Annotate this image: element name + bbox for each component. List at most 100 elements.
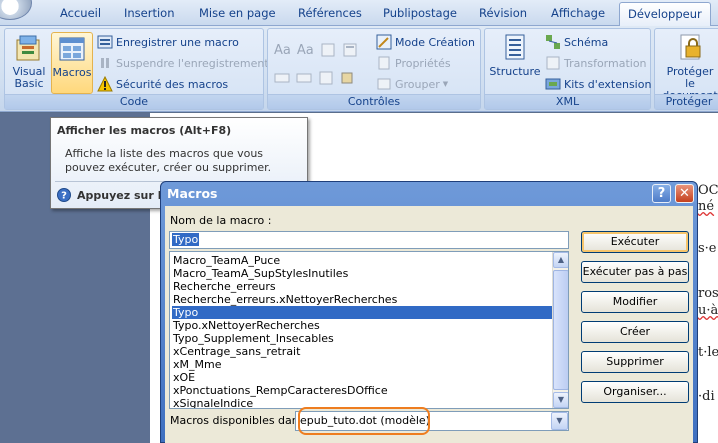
help-button[interactable]: ? — [652, 184, 671, 203]
list-item[interactable]: Macro_TeamA_Puce — [172, 254, 552, 267]
office-button[interactable] — [0, 0, 32, 20]
chevron-down-icon: ▼ — [442, 80, 449, 88]
date-control-icon[interactable] — [318, 70, 334, 86]
group-code: Visual Basic Macros Enregistrer une macr… — [4, 28, 269, 110]
macro-list[interactable]: Macro_TeamA_Puce Macro_TeamA_SupStylesIn… — [169, 251, 569, 409]
expansion-kits-button[interactable]: Kits d'extension — [545, 75, 651, 93]
doc-fragment: ·di — [698, 389, 715, 404]
expansion-kits-label: Kits d'extension — [564, 77, 652, 91]
edit-button[interactable]: Modifier — [581, 291, 689, 313]
create-button[interactable]: Créer — [581, 321, 689, 343]
visual-basic-label: Visual Basic — [12, 65, 46, 90]
visual-basic-button[interactable]: Visual Basic — [9, 32, 49, 90]
design-mode-icon — [376, 34, 392, 50]
transformation-button[interactable]: Transformation — [545, 54, 647, 72]
building-block-icon[interactable] — [342, 42, 358, 58]
schema-icon — [546, 35, 560, 49]
list-item[interactable]: xOE — [172, 371, 552, 384]
close-button[interactable]: ✕ — [675, 184, 694, 203]
dropdown-control-icon[interactable] — [296, 70, 312, 86]
group-controls-label: Contrôles — [268, 94, 480, 109]
group-icon — [377, 78, 391, 90]
tab-mise-en-page[interactable]: Mise en page — [199, 6, 276, 24]
record-macro-label: Enregistrer une macro — [116, 35, 239, 49]
macros-label: Macros — [52, 66, 92, 79]
transformation-icon — [546, 56, 560, 70]
transformation-label: Transformation — [564, 56, 647, 70]
group-protect-label: Protéger — [655, 94, 718, 109]
list-item-selected[interactable]: Typo — [172, 306, 552, 319]
macro-name-value: Typo — [172, 233, 200, 246]
list-item[interactable]: Recherche_erreurs.xNettoyerRecherches — [172, 293, 552, 306]
scroll-up-icon[interactable]: ▲ — [553, 252, 568, 268]
group-button[interactable]: Grouper ▼ — [376, 75, 448, 93]
record-macro-button[interactable]: Enregistrer une macro — [97, 33, 239, 51]
group-label: Grouper — [395, 77, 440, 91]
step-into-button[interactable]: Exécuter pas à pas — [581, 261, 689, 283]
macro-name-input[interactable]: Typo — [169, 231, 569, 249]
scroll-thumb[interactable] — [553, 270, 568, 390]
macros-icon — [59, 37, 85, 61]
tab-publipostage[interactable]: Publipostage — [383, 6, 457, 24]
help-icon: ? — [57, 188, 71, 202]
group-xml: Structure Schéma Transformation Kits d'e… — [484, 28, 651, 110]
pause-icon — [101, 58, 109, 68]
dialog-title: Macros — [167, 186, 218, 201]
tab-references[interactable]: Références — [298, 6, 362, 24]
macro-security-label: Sécurité des macros — [116, 77, 229, 91]
organizer-button[interactable]: Organiser... — [581, 381, 689, 403]
scroll-down-icon[interactable]: ▼ — [553, 392, 568, 408]
list-item[interactable]: Typo.xNettoyerRecherches — [172, 319, 552, 332]
tab-developpeur[interactable]: Développeur — [619, 2, 711, 27]
list-item[interactable]: xPonctuations_RempCaracteresDOffice — [172, 384, 552, 397]
structure-label: Structure — [489, 65, 541, 78]
picture-control-icon[interactable] — [320, 42, 336, 58]
tooltip-help-text: Appuyez sur F1 — [77, 188, 173, 202]
macro-name-label: Nom de la macro : — [170, 214, 272, 227]
protect-document-button[interactable]: Protéger le document — [659, 32, 718, 102]
delete-button[interactable]: Supprimer — [581, 351, 689, 373]
expansion-kits-icon — [545, 78, 561, 90]
design-mode-button[interactable]: Mode Création — [376, 33, 475, 51]
group-protect: Protéger le document Protéger — [654, 28, 718, 110]
structure-icon — [505, 34, 525, 60]
schema-button[interactable]: Schéma — [545, 33, 608, 51]
doc-fragment: s·e — [698, 241, 717, 256]
doc-fragment: né — [698, 199, 715, 214]
tab-affichage[interactable]: Affichage — [551, 6, 605, 24]
warning-icon — [97, 76, 113, 92]
group-code-label: Code — [5, 94, 263, 109]
rich-text-control-icon[interactable]: Aa — [274, 43, 291, 58]
chevron-down-icon[interactable]: ▼ — [551, 412, 568, 430]
group-xml-label: XML — [485, 94, 650, 109]
pause-recording-button[interactable]: Suspendre l'enregistrement — [97, 54, 269, 72]
visual-basic-icon — [16, 35, 40, 61]
legacy-tools-icon[interactable] — [340, 70, 356, 86]
list-item[interactable]: Typo_Supplement_Insecables — [172, 332, 552, 345]
design-mode-label: Mode Création — [395, 35, 476, 49]
structure-button[interactable]: Structure — [489, 32, 541, 78]
plain-text-control-icon[interactable]: Aa — [297, 43, 314, 58]
combo-control-icon[interactable] — [274, 70, 290, 86]
highlight-annotation — [298, 407, 430, 435]
run-button[interactable]: Exécuter — [581, 231, 689, 253]
tooltip-title: Afficher les macros (Alt+F8) — [57, 124, 232, 137]
tooltip-description: Affiche la liste des macros que vous pou… — [65, 147, 272, 174]
doc-fragment: OC — [698, 183, 718, 198]
ribbon-tab-bar: Accueil Insertion Mise en page Référence… — [0, 0, 718, 27]
tab-insertion[interactable]: Insertion — [124, 6, 175, 24]
tooltip-help: ? Appuyez sur F1 — [57, 188, 173, 202]
list-item[interactable]: Macro_TeamA_SupStylesInutiles — [172, 267, 552, 280]
tab-accueil[interactable]: Accueil — [60, 6, 101, 24]
tab-revision[interactable]: Révision — [479, 6, 527, 24]
list-scrollbar[interactable]: ▲ ▼ — [552, 252, 568, 408]
list-item[interactable]: Recherche_erreurs — [172, 280, 552, 293]
group-controls: Aa Aa Mode Création Propriétés Grouper ▼… — [267, 28, 481, 110]
list-item[interactable]: xCentrage_sans_retrait — [172, 345, 552, 358]
macros-button[interactable]: Macros — [51, 32, 93, 94]
dialog-body: Nom de la macro : Typo Macro_TeamA_Puce … — [165, 206, 693, 443]
properties-button[interactable]: Propriétés — [376, 54, 451, 72]
macro-security-button[interactable]: Sécurité des macros — [97, 75, 228, 93]
list-item[interactable]: xM_Mme — [172, 358, 552, 371]
pause-recording-label: Suspendre l'enregistrement — [116, 56, 269, 70]
